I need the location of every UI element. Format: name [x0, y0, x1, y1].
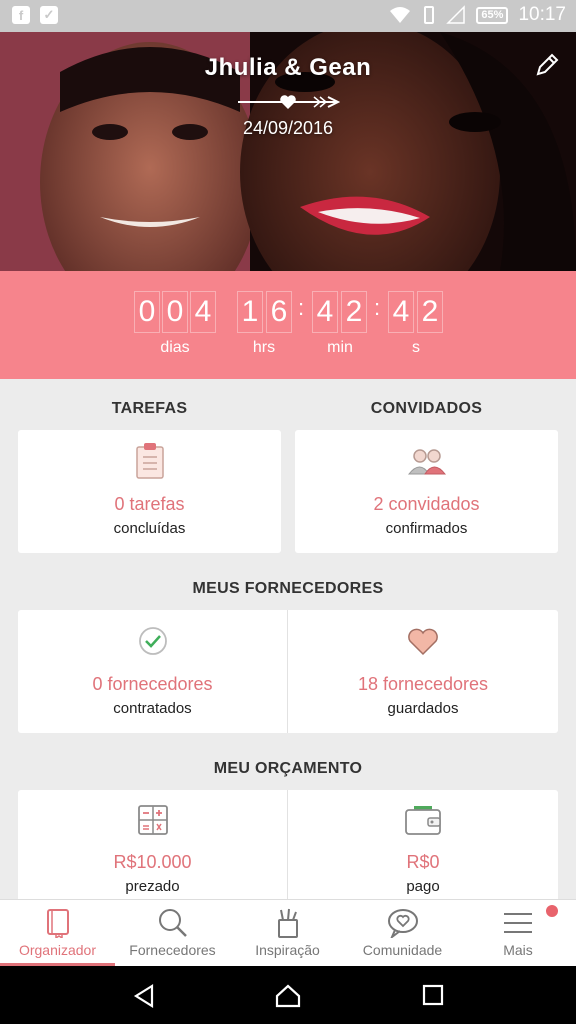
edit-pencil-icon[interactable]: [534, 52, 560, 78]
budget-section-title: MEU ORÇAMENTO: [213, 760, 363, 777]
back-icon[interactable]: [132, 984, 156, 1008]
vendors-saved-count: 18 fornecedores: [357, 674, 489, 694]
budget-paid-label: pago: [406, 878, 440, 895]
heart-icon: [408, 628, 438, 656]
heart-arrow-icon: [238, 95, 340, 109]
nav-comunidade[interactable]: Comunidade: [345, 900, 460, 966]
nav-organizador[interactable]: Organizador: [0, 900, 115, 966]
notebook-icon: [46, 909, 69, 938]
countdown-hours-digit: 6: [266, 291, 292, 333]
budget-card: R$10.000 prezado R$0 pago: [18, 790, 558, 902]
tasks-status: concluídas: [113, 520, 186, 537]
magnifier-icon: [158, 909, 187, 937]
countdown-days-digit: 0: [162, 291, 188, 333]
calculator-icon: [137, 805, 168, 835]
battery-indicator: 65%: [476, 6, 509, 24]
vendors-hired-panel[interactable]: 0 fornecedores contratados: [18, 610, 287, 733]
bottom-navigation: Organizador Fornecedores Inspiração Comu…: [0, 899, 576, 966]
tasks-section-title: TAREFAS: [111, 400, 188, 417]
wedding-countdown: 0 0 4 1 6 : 4 2 : 4 2 dias hrs min s: [0, 271, 576, 379]
clock: 10:17: [518, 4, 566, 25]
budget-estimated-label: prezado: [125, 878, 180, 895]
countdown-minutes-label: min: [327, 339, 353, 356]
clipboard-icon: [135, 443, 164, 479]
couple-header: Jhulia & Gean 24/09/2016: [0, 32, 576, 271]
countdown-separator: :: [298, 295, 305, 320]
pencil-cup-icon: [277, 908, 298, 938]
home-icon[interactable]: [275, 984, 301, 1008]
nav-label: Inspiração: [255, 942, 320, 958]
vendors-card: 0 fornecedores contratados 18 fornecedor…: [18, 610, 558, 733]
guests-icon: [407, 449, 446, 475]
budget-paid-panel[interactable]: R$0 pago: [288, 790, 558, 902]
vendors-section-title: MEUS FORNECEDORES: [192, 580, 384, 597]
countdown-days-digit: 4: [190, 291, 216, 333]
couple-names: Jhulia & Gean: [204, 54, 372, 81]
facebook-icon: f: [12, 6, 30, 24]
budget-paid-value: R$0: [406, 852, 440, 872]
guests-count: 2 convidados: [373, 494, 480, 514]
guests-status: confirmados: [385, 520, 468, 537]
chat-heart-icon: [387, 909, 418, 938]
guests-card[interactable]: 2 convidados confirmados: [295, 430, 558, 553]
no-signal-icon: [446, 5, 466, 24]
shopping-bag-icon: ✓: [40, 6, 58, 24]
countdown-seconds-digit: 2: [417, 291, 443, 333]
menu-icon: [504, 913, 532, 933]
countdown-minutes-digit: 2: [341, 291, 367, 333]
budget-estimated-panel[interactable]: R$10.000 prezado: [18, 790, 287, 902]
countdown-separator: :: [374, 295, 381, 320]
countdown-minutes-digit: 4: [312, 291, 338, 333]
system-navigation-bar: [0, 966, 576, 1024]
tasks-count: 0 tarefas: [114, 494, 185, 514]
countdown-seconds-label: s: [412, 339, 420, 356]
nav-inspiracao[interactable]: Inspiração: [230, 900, 345, 966]
vendors-hired-status: contratados: [113, 700, 192, 717]
nav-label: Mais: [503, 942, 533, 958]
countdown-days-label: dias: [160, 339, 190, 356]
nav-label: Organizador: [18, 942, 97, 958]
notification-badge: [544, 903, 560, 919]
status-bar: f ✓ 65% 10:17: [0, 0, 576, 32]
vendors-saved-panel[interactable]: 18 fornecedores guardados: [288, 610, 558, 733]
recents-icon[interactable]: [422, 984, 444, 1006]
wifi-icon: [390, 7, 411, 23]
countdown-days-digit: 0: [134, 291, 160, 333]
countdown-seconds-digit: 4: [388, 291, 414, 333]
vendors-saved-status: guardados: [387, 700, 459, 717]
nav-fornecedores[interactable]: Fornecedores: [115, 900, 230, 966]
guests-section-title: CONVIDADOS: [370, 400, 483, 417]
nav-mais[interactable]: Mais: [460, 900, 576, 966]
vibrate-icon: [424, 6, 435, 24]
vendors-hired-count: 0 fornecedores: [92, 674, 213, 694]
countdown-hours-label: hrs: [252, 339, 276, 356]
budget-estimated-value: R$10.000: [113, 852, 192, 872]
wedding-date: 24/09/2016: [242, 118, 334, 138]
tasks-card[interactable]: 0 tarefas concluídas: [18, 430, 281, 553]
countdown-hours-digit: 1: [237, 291, 263, 333]
nav-label: Fornecedores: [129, 942, 216, 958]
check-circle-icon: [138, 627, 167, 655]
nav-label: Comunidade: [362, 942, 443, 958]
wallet-icon: [405, 806, 441, 835]
